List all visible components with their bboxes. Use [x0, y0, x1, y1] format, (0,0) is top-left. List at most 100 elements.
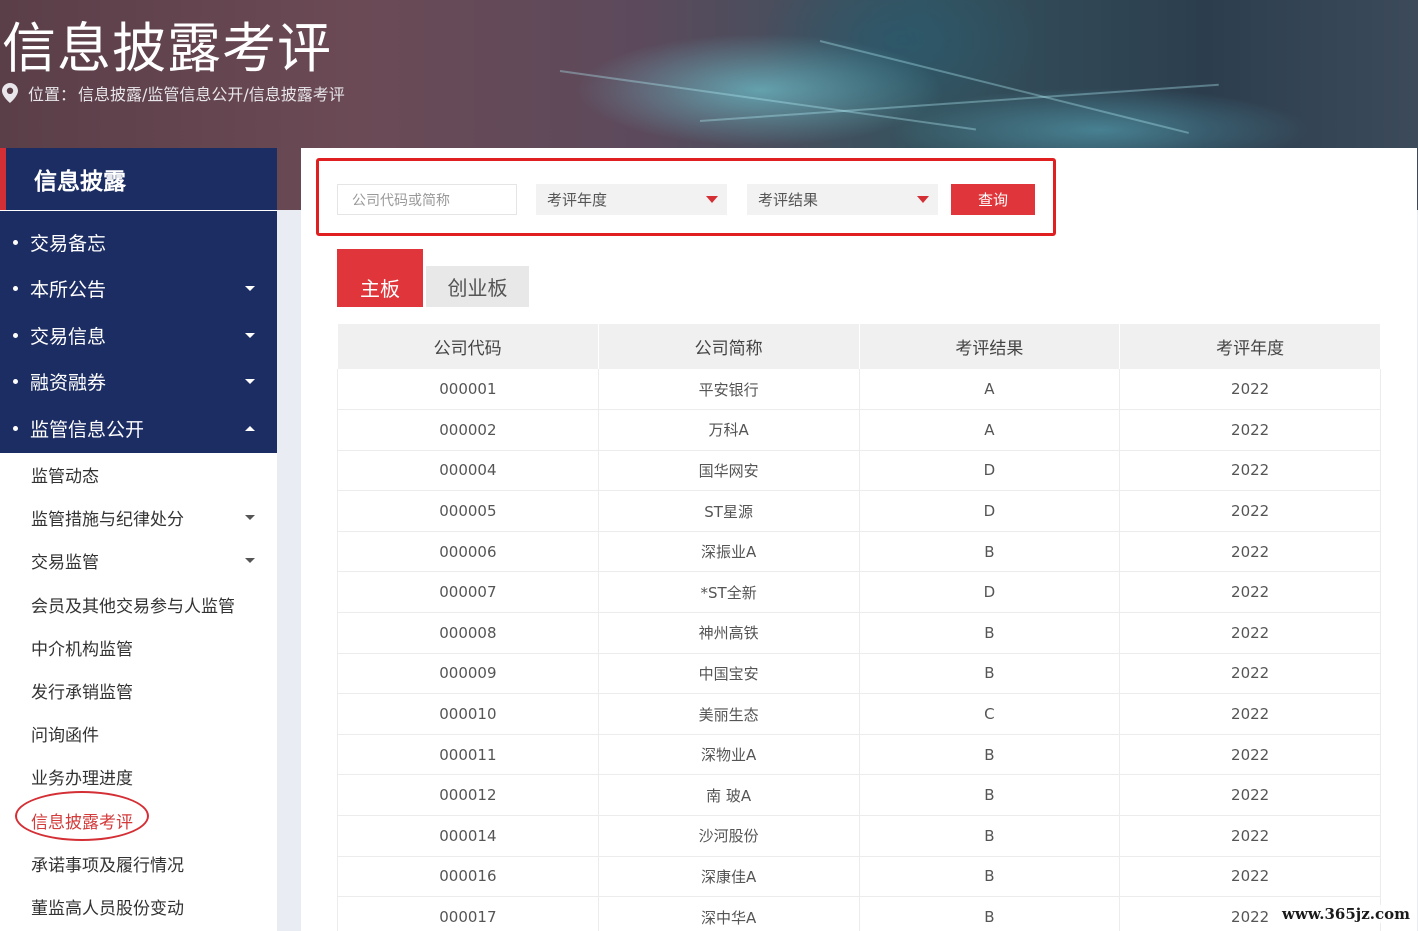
sidebar-sub-label: 交易监管 [31, 553, 99, 574]
sidebar-nav-item[interactable]: 监管信息公开 [0, 405, 277, 451]
table-cell: 2022 [1119, 693, 1381, 735]
location-pin-icon [2, 83, 18, 103]
table-cell: 2022 [1119, 774, 1381, 817]
evaluation-table: 公司代码 公司简称 考评结果 考评年度 000001 平安银行 A 2022 00000… [337, 324, 1381, 931]
bullet-icon [13, 425, 18, 431]
table-row: 000001 平安银行 A 2022 [337, 369, 1381, 411]
banner-decoration [819, 40, 1189, 134]
sidebar-sub-item[interactable]: 会员及其他交易参与人监管 [0, 583, 277, 626]
table-cell[interactable]: *ST全新 [598, 571, 860, 614]
table-cell[interactable]: 中国宝安 [598, 653, 860, 695]
year-select-label: 考评年度 [547, 191, 608, 209]
chevron-down-icon [245, 515, 255, 521]
table-cell[interactable]: 沙河股份 [598, 815, 860, 857]
dropdown-arrow-icon [917, 196, 929, 203]
chevron-down-icon [245, 379, 255, 384]
table-cell: B [859, 612, 1121, 654]
sidebar-nav-item[interactable]: 本所公告 [0, 266, 277, 312]
result-select[interactable]: 考评结果 [747, 184, 938, 215]
table-cell: C [859, 693, 1121, 735]
table-cell: 2022 [1119, 369, 1381, 411]
table-cell[interactable]: 美丽生态 [598, 693, 860, 735]
table-cell: 2022 [1119, 571, 1381, 614]
table-cell[interactable]: 深振业A [598, 531, 860, 573]
table-cell: 000010 [337, 693, 599, 735]
sidebar-nav-item[interactable]: 融资融券 [0, 359, 277, 405]
page-title: 信息披露考评 [2, 17, 332, 80]
column-header: 考评年度 [1119, 324, 1381, 369]
breadcrumb-path[interactable]: 信息披露/监管信息公开/信息披露考评 [78, 81, 345, 105]
table-cell[interactable]: 万科A [598, 409, 860, 451]
table-cell: 2022 [1119, 409, 1381, 451]
column-header: 公司代码 [337, 324, 599, 369]
table-cell: 000008 [337, 612, 599, 654]
table-cell: 2022 [1119, 612, 1381, 654]
table-cell[interactable]: 深物业A [598, 734, 860, 776]
sidebar-sub-label: 发行承销监管 [31, 683, 133, 703]
table-cell[interactable]: 神州高铁 [598, 612, 860, 654]
table-cell[interactable]: 深中华A [598, 896, 860, 931]
sidebar-sub-item[interactable]: 承诺事项及履行情况 [0, 842, 277, 885]
sidebar-sub-item[interactable]: 发行承销监管 [0, 669, 277, 712]
breadcrumb: 位置： 信息披露/监管信息公开/信息披露考评 [2, 82, 345, 104]
table-cell: 000005 [337, 490, 599, 532]
table-cell: A [859, 409, 1121, 451]
table-cell[interactable]: 平安银行 [598, 369, 860, 411]
table-cell[interactable]: 国华网安 [598, 450, 860, 492]
sidebar-nav-item[interactable]: 交易备忘 [0, 219, 277, 265]
table-cell[interactable]: ST星源 [598, 490, 860, 532]
sidebar-sub-item[interactable]: 业务办理进度 [0, 755, 277, 798]
table-cell: 000011 [337, 734, 599, 776]
query-button[interactable]: 查询 [951, 184, 1035, 215]
table-row: 000009 中国宝安 B 2022 [337, 653, 1381, 695]
chevron-down-icon [245, 558, 255, 564]
table-cell[interactable]: 深康佳A [598, 856, 860, 898]
sidebar-sub-item[interactable]: 监管措施与纪律处分 [0, 496, 277, 539]
sidebar-sub-item[interactable]: 交易监管 [0, 539, 277, 582]
sidebar-sub-item[interactable]: 董监高人员股份变动 [0, 885, 277, 928]
table-cell: 000004 [337, 450, 599, 492]
sidebar-sub-item[interactable]: 监管动态 [0, 453, 277, 496]
table-cell: B [859, 653, 1121, 695]
sidebar-sub-label: 问询函件 [31, 726, 99, 747]
table-cell: 000016 [337, 856, 599, 898]
table-cell: B [859, 815, 1121, 857]
year-select[interactable]: 考评年度 [536, 184, 727, 215]
table-cell: 000012 [337, 774, 599, 817]
bullet-icon [13, 239, 18, 245]
company-search-input[interactable]: 公司代码或简称 [337, 184, 517, 215]
sidebar-sub-label: 业务办理进度 [31, 769, 133, 790]
table-row: 000017 深中华A B 2022 [337, 896, 1381, 931]
table-row: 000016 深康佳A B 2022 [337, 856, 1381, 898]
table-row: 000005 ST星源 D 2022 [337, 490, 1381, 532]
banner-decoration [699, 83, 1219, 122]
table-cell: 2022 [1119, 653, 1381, 695]
chevron-up-icon [245, 425, 255, 431]
sidebar: 信息披露 交易备忘 本所公告 交易信息 融资融券 监管信息公开 监管动态监管措施与纪律处… [0, 148, 277, 931]
table-row: 000012 南 玻A B 2022 [337, 774, 1381, 817]
table-cell: 2022 [1119, 856, 1381, 898]
table-cell: B [859, 856, 1121, 898]
bullet-icon [13, 332, 18, 338]
tab-main-board[interactable]: 主板 [337, 249, 423, 307]
table-cell: 000009 [337, 653, 599, 695]
sidebar-nav-item[interactable]: 交易信息 [0, 312, 277, 358]
table-cell: 2022 [1119, 815, 1381, 857]
table-cell: A [859, 369, 1121, 411]
table-row: 000008 神州高铁 B 2022 [337, 612, 1381, 654]
sidebar-sub-label: 承诺事项及履行情况 [31, 855, 184, 876]
sidebar-sub-label: 监管动态 [31, 467, 99, 487]
table-row: 000014 沙河股份 B 2022 [337, 815, 1381, 857]
sidebar-sub-item[interactable]: 问询函件 [0, 712, 277, 755]
sidebar-sub-item[interactable]: 中介机构监管 [0, 626, 277, 669]
table-cell: 000017 [337, 896, 599, 931]
tab-chinext[interactable]: 创业板 [426, 266, 529, 307]
table-cell[interactable]: 南 玻A [598, 774, 860, 817]
table-cell: 000002 [337, 409, 599, 451]
column-header: 公司简称 [598, 324, 860, 369]
table-cell: B [859, 531, 1121, 573]
sidebar-heading: 信息披露 [0, 148, 277, 210]
banner-decoration [559, 70, 977, 131]
table-cell: D [859, 571, 1121, 614]
table-cell: 2022 [1119, 531, 1381, 573]
